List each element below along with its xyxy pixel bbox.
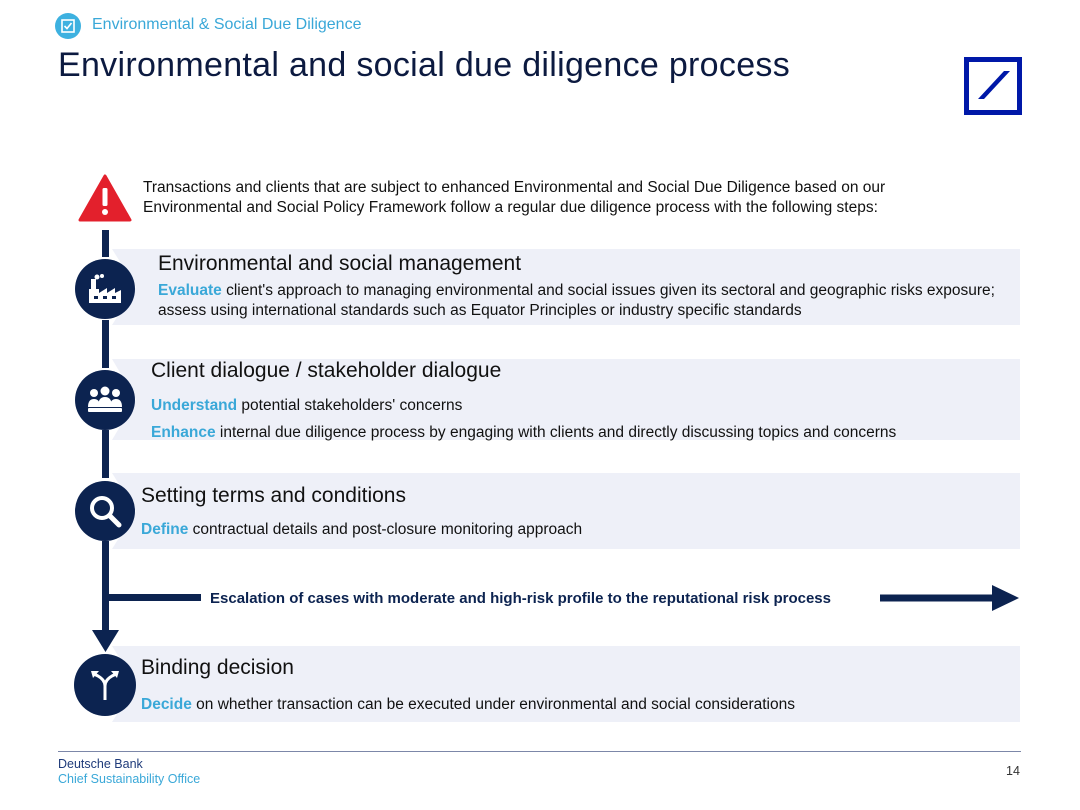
step-description: Decide on whether transaction can be exe… <box>141 695 1001 715</box>
escalation-line <box>105 594 201 601</box>
warning-icon <box>78 174 132 222</box>
right-arrow-icon <box>880 585 1019 611</box>
footer-office: Chief Sustainability Office <box>58 772 201 786</box>
step-description: Define contractual details and post-clos… <box>141 520 1001 540</box>
footer-divider <box>58 751 1021 752</box>
intro-text: Transactions and clients that are subjec… <box>143 179 886 216</box>
connector-line <box>102 541 109 633</box>
connector-line <box>102 430 109 478</box>
step-keyword: Understand <box>151 397 238 414</box>
step-text: on whether transaction can be executed u… <box>191 696 795 713</box>
step-title: Client dialogue / stakeholder dialogue <box>151 359 502 382</box>
checkbox-icon <box>55 13 81 39</box>
step-description: Enhance internal due diligence process b… <box>151 423 1001 443</box>
step-title: Setting terms and conditions <box>141 484 406 507</box>
step-text: client's approach to managing environmen… <box>158 282 995 319</box>
step-description: Understand potential stakeholders' conce… <box>151 396 1001 416</box>
page-number: 14 <box>1006 764 1020 778</box>
step-keyword: Decide <box>141 696 192 713</box>
step-keyword: Enhance <box>151 424 216 441</box>
step-keyword: Evaluate <box>158 282 222 299</box>
connector-line <box>102 230 109 257</box>
step-title: Environmental and social management <box>158 252 522 275</box>
step-keyword: Define <box>141 521 189 538</box>
deutsche-bank-logo <box>964 57 1022 115</box>
escalation-text: Escalation of cases with moderate and hi… <box>210 590 831 607</box>
fork-arrows-icon <box>74 654 136 716</box>
magnifier-icon <box>75 481 135 541</box>
step-text: internal due diligence process by engagi… <box>215 424 897 441</box>
footer-company: Deutsche Bank <box>58 757 143 771</box>
step-title: Binding decision <box>141 656 294 679</box>
step-text: contractual details and post-closure mon… <box>188 521 583 538</box>
step-text: potential stakeholders' concerns <box>237 397 463 414</box>
section-label: Environmental & Social Due Diligence <box>92 16 362 33</box>
step-description: Evaluate client's approach to managing e… <box>158 281 998 321</box>
people-icon <box>75 370 135 430</box>
factory-icon <box>75 259 135 319</box>
page-title: Environmental and social due diligence p… <box>58 46 790 84</box>
connector-line <box>102 320 109 368</box>
